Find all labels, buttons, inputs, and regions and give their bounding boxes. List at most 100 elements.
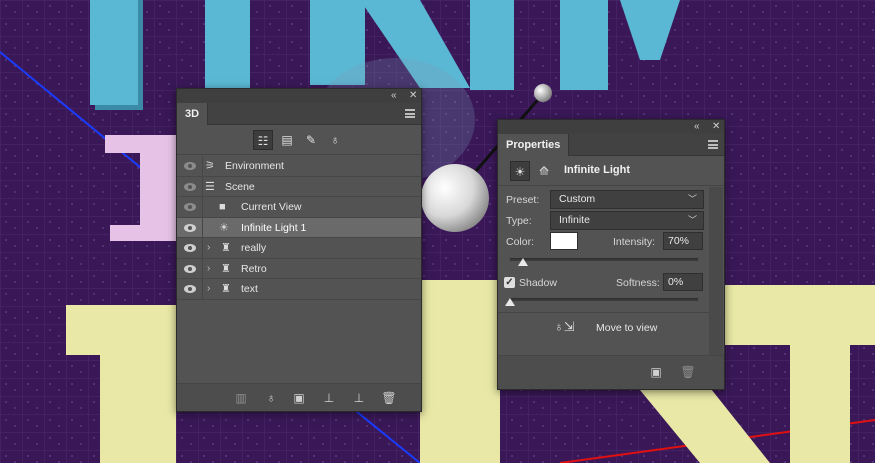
move-to-view-row[interactable]: ♁⇲ Move to view <box>498 312 724 342</box>
tab-properties[interactable]: Properties <box>498 134 570 156</box>
layer-label: Retro <box>241 262 267 275</box>
softness-slider-thumb[interactable] <box>505 298 515 306</box>
close-icon[interactable]: ✕ <box>409 89 417 103</box>
preset-row: Preset: Custom ﹀ <box>498 190 724 212</box>
preset-value: Custom <box>559 193 596 205</box>
add-object-icon[interactable]: ▣ <box>291 390 307 406</box>
preset-label: Preset: <box>506 194 540 206</box>
mesh-icon: ♜ <box>221 242 231 254</box>
trash-icon[interactable]: 🗑 <box>381 390 397 406</box>
scene-icon: ☰ <box>205 180 215 193</box>
visibility-toggle[interactable] <box>177 258 203 279</box>
light-handle-ball <box>534 84 552 102</box>
layer-retro[interactable]: › ♜ Retro <box>177 258 421 279</box>
light-filter-icon[interactable]: ♁ <box>325 130 345 150</box>
panel-3d-header: « ✕ <box>177 89 421 103</box>
visibility-toggle[interactable] <box>177 156 203 176</box>
color-swatch[interactable] <box>550 232 578 250</box>
move-to-view-label: Move to view <box>596 322 658 334</box>
layer-environment[interactable]: ⚞ Environment <box>177 156 421 177</box>
panel-menu-icon[interactable] <box>405 109 415 118</box>
layer-label: Infinite Light 1 <box>241 221 307 234</box>
chevron-right-icon[interactable]: › <box>207 279 210 299</box>
tab-3d[interactable]: 3D <box>177 103 209 125</box>
3d-filter-toolbar: ☷ ▤ ✎ ♁ <box>177 125 421 155</box>
shadow-row: ✓ Shadow Softness: 0% <box>498 273 724 295</box>
collapse-icon[interactable]: « <box>391 89 397 103</box>
mesh-icon: ♜ <box>221 283 231 295</box>
ground-icon[interactable]: ⊥ <box>321 390 337 406</box>
type-select[interactable]: Infinite ﹀ <box>550 211 704 230</box>
layer-scene[interactable]: ☰ Scene <box>177 176 421 197</box>
softness-input[interactable]: 0% <box>663 273 703 291</box>
intensity-slider-thumb[interactable] <box>518 258 529 266</box>
mesh-icon: ♜ <box>221 262 231 275</box>
layer-label: Environment <box>225 160 284 172</box>
3d-layer-list: ⚞ Environment ☰ Scene ■ Current View ☀ I… <box>177 156 421 300</box>
3d-panel-bottom-toolbar: ▥ ♁ ▣ ⊥ ⊥ 🗑 <box>177 383 421 411</box>
shadow-label: Shadow <box>519 277 557 289</box>
infinite-light-icon: ☀ <box>219 221 229 234</box>
layer-text[interactable]: › ♜ text <box>177 279 421 300</box>
mesh-filter-icon[interactable]: ▤ <box>277 130 297 150</box>
render-icon[interactable]: ▣ <box>648 364 664 380</box>
eye-icon <box>184 285 196 293</box>
scene-filter-icon[interactable]: ☷ <box>253 130 273 150</box>
layer-current-view[interactable]: ■ Current View <box>177 197 421 218</box>
layer-label: text <box>241 283 258 295</box>
properties-scrollbar[interactable] <box>709 187 723 355</box>
panel-menu-icon[interactable] <box>708 140 718 149</box>
preset-select[interactable]: Custom ﹀ <box>550 190 704 209</box>
visibility-toggle[interactable] <box>177 197 203 217</box>
chevron-down-icon: ﹀ <box>687 215 697 225</box>
eye-icon <box>184 223 196 232</box>
intensity-input[interactable]: 70% <box>663 232 703 250</box>
camera-icon: ■ <box>219 201 226 213</box>
visibility-toggle[interactable] <box>177 279 203 299</box>
properties-title: Infinite Light <box>564 164 630 176</box>
layer-really[interactable]: › ♜ really <box>177 238 421 259</box>
panel-3d-tabbar: 3D <box>177 103 421 125</box>
collapse-icon[interactable]: « <box>694 120 700 134</box>
properties-tabbar: Properties <box>498 134 724 156</box>
type-row: Type: Infinite ﹀ <box>498 211 724 233</box>
eye-icon <box>184 162 196 170</box>
visibility-toggle[interactable] <box>177 238 203 258</box>
canvas-3d-scene[interactable] <box>0 0 875 463</box>
type-value: Infinite <box>559 214 590 226</box>
3d-panel: « ✕ 3D ☷ ▤ ✎ ♁ ⚞ Environment ☰ Scene ■ C… <box>176 88 422 412</box>
coordinates-icon[interactable]: ⟰ <box>534 161 554 181</box>
softness-slider[interactable] <box>510 298 698 301</box>
intensity-label: Intensity: <box>613 236 656 248</box>
close-icon[interactable]: ✕ <box>712 120 720 134</box>
chevron-right-icon[interactable]: › <box>207 259 210 279</box>
properties-title-row: ☀ ⟰ Infinite Light <box>498 156 724 186</box>
properties-bottom-toolbar: ▣ 🗑 <box>498 355 724 389</box>
type-label: Type: <box>506 215 532 227</box>
eye-icon <box>184 244 196 252</box>
light-sphere-widget <box>421 164 489 232</box>
eye-icon <box>184 203 196 211</box>
properties-header: « ✕ <box>498 120 724 134</box>
shadow-checkbox[interactable]: ✓ <box>504 277 515 288</box>
visibility-toggle[interactable] <box>177 176 203 197</box>
split-icon[interactable]: ⊥ <box>351 390 367 406</box>
layer-label: Current View <box>241 201 302 213</box>
layer-label: Scene <box>225 180 255 193</box>
move-to-view-icon: ♁⇲ <box>554 319 575 334</box>
eye-icon <box>184 182 196 191</box>
properties-panel: « ✕ Properties ☀ ⟰ Infinite Light Preset… <box>497 119 725 390</box>
intensity-slider[interactable] <box>510 258 698 261</box>
color-label: Color: <box>506 236 535 248</box>
environment-icon: ⚞ <box>205 160 215 172</box>
render-icon[interactable]: ▥ <box>233 390 249 406</box>
material-filter-icon[interactable]: ✎ <box>301 130 321 150</box>
light-properties-icon[interactable]: ☀ <box>510 161 530 181</box>
chevron-down-icon: ﹀ <box>687 194 697 204</box>
visibility-toggle[interactable] <box>177 217 203 238</box>
layer-infinite-light-1[interactable]: ☀ Infinite Light 1 <box>177 217 421 238</box>
trash-icon[interactable]: 🗑 <box>680 364 696 380</box>
layer-label: really <box>241 242 267 254</box>
chevron-right-icon[interactable]: › <box>207 238 210 258</box>
add-light-icon[interactable]: ♁ <box>263 390 279 406</box>
